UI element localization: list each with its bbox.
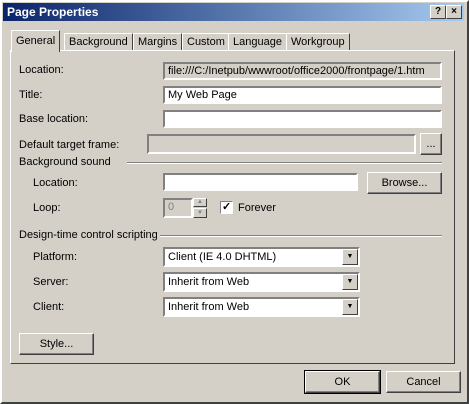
spin-down-icon[interactable]: ▼ <box>193 208 207 218</box>
background-sound-divider <box>127 162 442 164</box>
client-label: Client: <box>33 301 65 313</box>
base-location-label: Base location: <box>19 113 89 125</box>
chevron-down-icon[interactable]: ▼ <box>342 249 358 265</box>
target-frame-button-label: ... <box>426 138 436 150</box>
title-bar: Page Properties ? × <box>3 3 464 21</box>
scripting-divider <box>160 235 442 237</box>
sound-location-input[interactable] <box>163 173 358 191</box>
platform-label: Platform: <box>33 251 78 263</box>
target-frame-input[interactable] <box>147 134 416 154</box>
spin-up-icon[interactable]: ▲ <box>193 198 207 207</box>
window-title: Page Properties <box>7 5 99 19</box>
checkmark-icon: ✓ <box>222 201 232 213</box>
tab-workgroup[interactable]: Workgroup <box>286 33 350 51</box>
server-select[interactable]: Inherit from Web ▼ <box>163 272 360 292</box>
browse-button[interactable]: Browse... <box>367 172 442 194</box>
background-sound-group-label: Background sound <box>19 156 111 168</box>
chevron-down-icon[interactable]: ▼ <box>342 274 358 290</box>
location-label: Location: <box>19 64 64 76</box>
target-frame-label: Default target frame: <box>19 139 120 151</box>
page-properties-dialog: Page Properties ? × General Background M… <box>0 0 469 404</box>
server-selected: Inherit from Web <box>168 276 250 288</box>
platform-select[interactable]: Client (IE 4.0 DHTML) ▼ <box>163 247 360 267</box>
loop-spinner[interactable]: ▲ ▼ <box>193 198 207 218</box>
forever-checkbox[interactable]: ✓ <box>220 201 233 214</box>
cancel-button[interactable]: Cancel <box>386 371 461 393</box>
client-select[interactable]: Inherit from Web ▼ <box>163 297 360 317</box>
ok-button[interactable]: OK <box>304 370 381 394</box>
title-input[interactable]: My Web Page <box>163 86 442 104</box>
sound-location-label: Location: <box>33 177 78 189</box>
tab-language[interactable]: Language <box>228 33 287 51</box>
chevron-down-icon[interactable]: ▼ <box>342 299 358 315</box>
tab-background[interactable]: Background <box>64 33 133 51</box>
server-label: Server: <box>33 276 69 288</box>
target-frame-button[interactable]: ... <box>420 133 442 155</box>
loop-label: Loop: <box>33 202 61 214</box>
close-button[interactable]: × <box>446 5 462 19</box>
scripting-group-label: Design-time control scripting <box>19 229 158 241</box>
location-value: file:///C:/Inetpub/wwwroot/office2000/fr… <box>163 62 442 80</box>
help-button[interactable]: ? <box>430 5 446 19</box>
tab-general[interactable]: General <box>11 30 61 52</box>
tab-custom[interactable]: Custom <box>182 33 230 51</box>
client-selected: Inherit from Web <box>168 301 250 313</box>
forever-label: Forever <box>238 202 276 214</box>
loop-input[interactable]: 0 <box>163 198 193 218</box>
platform-selected: Client (IE 4.0 DHTML) <box>168 251 277 263</box>
tab-margins[interactable]: Margins <box>133 33 183 51</box>
title-label: Title: <box>19 89 43 101</box>
base-location-input[interactable] <box>163 110 442 128</box>
style-button[interactable]: Style... <box>19 333 94 355</box>
